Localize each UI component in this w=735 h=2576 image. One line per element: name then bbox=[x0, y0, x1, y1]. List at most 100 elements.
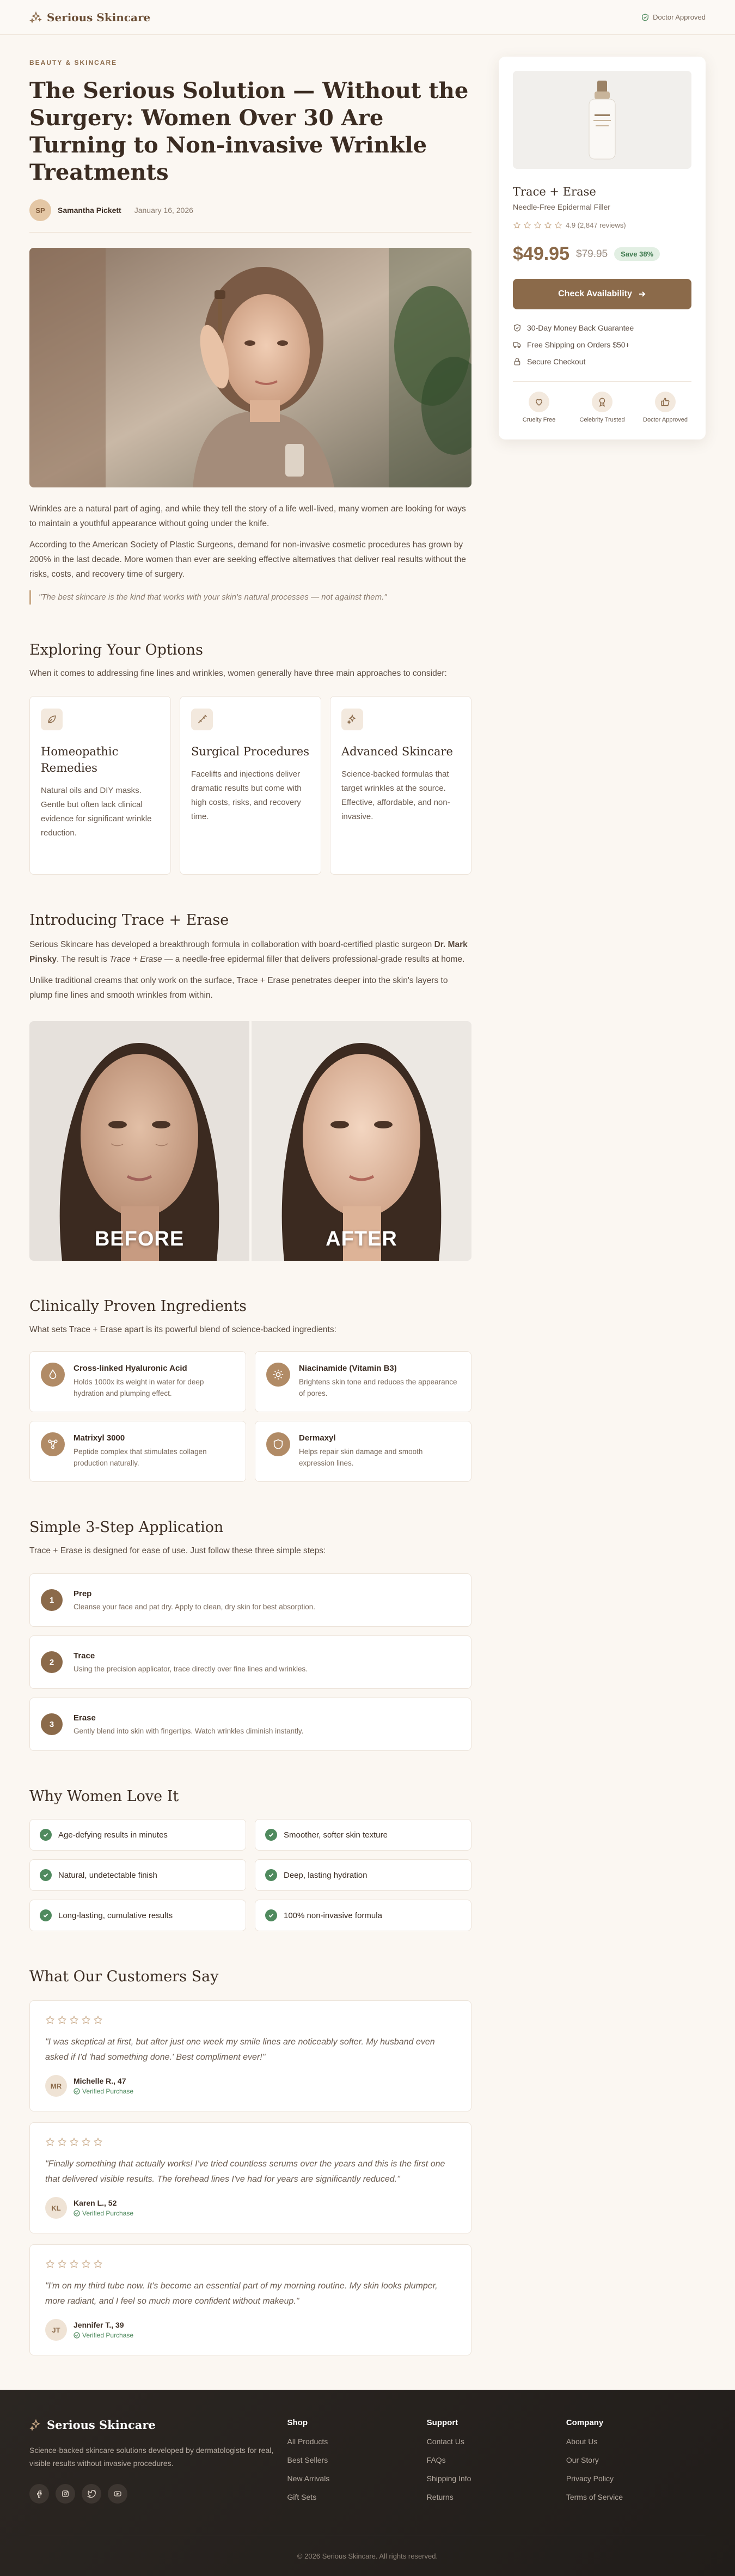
facebook-icon[interactable] bbox=[29, 2484, 49, 2504]
star-icon bbox=[534, 221, 542, 229]
leaf-icon bbox=[41, 709, 63, 730]
footer-link[interactable]: New Arrivals bbox=[287, 2474, 427, 2483]
check-icon bbox=[265, 1829, 277, 1841]
perk-label: 30-Day Money Back Guarantee bbox=[527, 323, 634, 332]
trust-badge: Celebrity Trusted bbox=[576, 392, 628, 423]
verified-label: Verified Purchase bbox=[82, 2331, 134, 2339]
product-card: Trace + Erase Needle-Free Epidermal Fill… bbox=[499, 57, 706, 439]
doctor-approved-badge: Doctor Approved bbox=[641, 13, 706, 22]
footer-link[interactable]: FAQs bbox=[427, 2456, 566, 2464]
check-availability-button[interactable]: Check Availability bbox=[513, 279, 691, 309]
star-icon bbox=[57, 2259, 67, 2269]
droplet-icon bbox=[41, 1363, 65, 1387]
site-header: Serious Skincare Doctor Approved bbox=[0, 0, 735, 35]
ingredient-card: Dermaxyl Helps repair skin damage and smo… bbox=[255, 1421, 471, 1482]
current-price: $49.95 bbox=[513, 243, 569, 264]
author-name[interactable]: Samantha Pickett bbox=[58, 206, 121, 215]
product-intro-paragraph-1: Serious Skincare has developed a breakth… bbox=[29, 937, 471, 967]
star-icon bbox=[81, 2259, 91, 2269]
footer-link[interactable]: Privacy Policy bbox=[566, 2474, 706, 2483]
badge-label: Doctor Approved bbox=[643, 417, 688, 423]
shield-icon bbox=[266, 1432, 290, 1456]
product-intro-heading: Introducing Trace + Erase bbox=[29, 912, 229, 929]
product-intro-paragraph-2: Unlike traditional creams that only work… bbox=[29, 976, 448, 1000]
footer-link[interactable]: About Us bbox=[566, 2437, 706, 2446]
product-name: Trace + Erase bbox=[513, 185, 596, 198]
verified-badge: Verified Purchase bbox=[74, 2209, 133, 2217]
steps-list: 1 Prep Cleanse your face and pat dry. App… bbox=[29, 1573, 471, 1751]
instagram-icon[interactable] bbox=[56, 2484, 75, 2504]
doctor-approved-label: Doctor Approved bbox=[653, 13, 706, 21]
option-title: Surgical Procedures bbox=[191, 745, 309, 758]
reviewer-avatar: JT bbox=[45, 2319, 67, 2341]
ingredient-card: Matrixyl 3000 Peptide complex that stimul… bbox=[29, 1421, 246, 1482]
option-card-homeopathic: Homeopathic Remedies Natural oils and DI… bbox=[29, 696, 171, 875]
options-intro: When it comes to addressing fine lines a… bbox=[29, 669, 447, 678]
after-label: AFTER bbox=[326, 1228, 397, 1250]
step-number: 2 bbox=[41, 1651, 63, 1673]
review-text: "I'm on my third tube now. It's become a… bbox=[45, 2281, 438, 2306]
article-category: BEAUTY & SKINCARE bbox=[29, 59, 118, 66]
ingredient-text: Helps repair skin damage and smooth expr… bbox=[299, 1448, 423, 1467]
footer-logo[interactable]: Serious Skincare bbox=[29, 2418, 287, 2432]
star-icon bbox=[81, 2015, 91, 2025]
footer-description: Science-backed skincare solutions develo… bbox=[29, 2446, 274, 2468]
perk-item: 30-Day Money Back Guarantee bbox=[513, 323, 691, 332]
review-card: "Finally something that actually works! … bbox=[29, 2122, 471, 2233]
footer-link[interactable]: Our Story bbox=[566, 2456, 706, 2464]
perk-item: Secure Checkout bbox=[513, 357, 691, 366]
brand-logo[interactable]: Serious Skincare bbox=[29, 11, 150, 24]
footer-link[interactable]: Best Sellers bbox=[287, 2456, 427, 2464]
sparkles-icon bbox=[29, 2419, 40, 2431]
product-intro-text-b: . The result is bbox=[56, 955, 110, 964]
trust-badges: Cruelty Free Celebrity Trusted Doctor Ap… bbox=[513, 381, 691, 423]
benefit-item: Smoother, softer skin texture bbox=[255, 1819, 471, 1851]
twitter-icon[interactable] bbox=[82, 2484, 101, 2504]
step-text: Cleanse your face and pat dry. Apply to … bbox=[74, 1603, 315, 1611]
check-circle-icon bbox=[74, 2332, 80, 2339]
star-rating bbox=[45, 2015, 456, 2025]
ingredient-card: Cross-linked Hyaluronic Acid Holds 1000x … bbox=[29, 1351, 246, 1412]
cta-label: Check Availability bbox=[558, 289, 632, 298]
star-icon bbox=[69, 2015, 79, 2025]
footer-column-title: Shop bbox=[287, 2418, 308, 2427]
lock-icon bbox=[514, 358, 520, 365]
verified-label: Verified Purchase bbox=[82, 2087, 134, 2095]
star-icon bbox=[45, 2015, 55, 2025]
star-icon bbox=[513, 221, 521, 229]
option-title: Homeopathic Remedies bbox=[41, 745, 119, 774]
option-card-surgical: Surgical Procedures Facelifts and inject… bbox=[180, 696, 321, 875]
reviews-heading: What Our Customers Say bbox=[29, 1968, 219, 1985]
ingredient-name: Niacinamide (Vitamin B3) bbox=[299, 1364, 397, 1373]
option-text: Facelifts and injections deliver dramati… bbox=[191, 770, 302, 821]
star-icon bbox=[69, 2259, 79, 2269]
step-number: 1 bbox=[41, 1589, 63, 1611]
footer-link[interactable]: Terms of Service bbox=[566, 2493, 706, 2501]
step-card: 3 Erase Gently blend into skin with finge… bbox=[29, 1698, 471, 1751]
footer-link[interactable]: All Products bbox=[287, 2437, 427, 2446]
badge-label: Cruelty Free bbox=[522, 417, 556, 423]
arrow-right-icon bbox=[639, 291, 646, 297]
rating-text[interactable]: 4.9 (2,847 reviews) bbox=[566, 221, 626, 229]
product-name-inline: Trace + Erase bbox=[109, 955, 162, 964]
youtube-icon[interactable] bbox=[108, 2484, 127, 2504]
footer-link[interactable]: Shipping Info bbox=[427, 2474, 566, 2483]
footer-column-title: Company bbox=[566, 2418, 604, 2427]
footer-link[interactable]: Gift Sets bbox=[287, 2493, 427, 2501]
footer-link[interactable]: Returns bbox=[427, 2493, 566, 2501]
ingredients-heading: Clinically Proven Ingredients bbox=[29, 1298, 247, 1315]
step-text: Gently blend into skin with fingertips. … bbox=[74, 1727, 304, 1735]
ingredient-text: Peptide complex that stimulates collagen… bbox=[74, 1448, 207, 1467]
star-rating bbox=[513, 221, 562, 229]
benefit-label: Deep, lasting hydration bbox=[284, 1870, 367, 1880]
benefit-label: Natural, undetectable finish bbox=[58, 1870, 157, 1880]
star-icon bbox=[554, 221, 562, 229]
intro-paragraph-2: According to the American Society of Pla… bbox=[29, 540, 466, 579]
check-icon bbox=[40, 1869, 52, 1881]
ingredient-name: Matrixyl 3000 bbox=[74, 1433, 125, 1443]
ingredients-grid: Cross-linked Hyaluronic Acid Holds 1000x … bbox=[29, 1351, 471, 1482]
footer-link[interactable]: Contact Us bbox=[427, 2437, 566, 2446]
verified-badge: Verified Purchase bbox=[74, 2331, 133, 2339]
check-circle-icon bbox=[74, 2210, 80, 2217]
reviews-list: "I was skeptical at first, but after jus… bbox=[29, 2000, 471, 2355]
